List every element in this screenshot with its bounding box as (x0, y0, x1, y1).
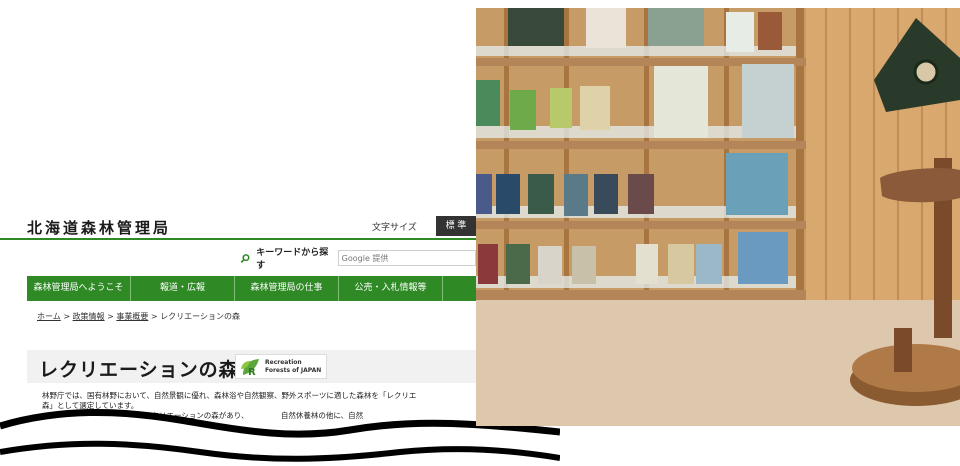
nav-item-work[interactable]: 森林管理局の仕事 (235, 276, 339, 301)
breadcrumb: ホーム > 政策情報 > 事業概要 > レクリエーションの森 (37, 311, 240, 322)
breadcrumb-current: レクリエーションの森 (160, 312, 240, 321)
breadcrumb-separator: > (63, 312, 71, 321)
svg-text:R: R (248, 367, 256, 377)
text-size-standard-button[interactable]: 標 準 (436, 216, 476, 236)
nav-item-welcome[interactable]: 森林管理局へようこそ (27, 276, 131, 301)
global-nav: 森林管理局へようこそ 報道・広報 森林管理局の仕事 公売・入札情報等 (27, 276, 476, 301)
title-band: レクリエーションの森 R Recreation Forests of JAPAN (27, 350, 476, 383)
badge-line2: Forests of JAPAN (265, 367, 322, 374)
nav-item-press[interactable]: 報道・広報 (131, 276, 235, 301)
search-icon (240, 253, 250, 263)
badge-line1: Recreation (265, 359, 302, 366)
page-title: レクリエーションの森 (39, 359, 239, 381)
recreation-leaf-icon: R (241, 359, 259, 377)
nav-item-bidding[interactable]: 公売・入札情報等 (339, 276, 443, 301)
breadcrumb-home[interactable]: ホーム (37, 312, 61, 321)
badge-text: Recreation Forests of JAPAN (265, 359, 321, 375)
search-row: キーワードから探す (240, 248, 476, 271)
webpage-screenshot: 北海道森林管理局 文字サイズ 標 準 キーワードから探す 森林管理局へようこそ … (0, 0, 476, 466)
text-size-label: 文字サイズ (372, 223, 417, 233)
search-input[interactable] (337, 250, 476, 266)
site-logo[interactable]: 北海道森林管理局 (27, 217, 171, 238)
breadcrumb-business[interactable]: 事業概要 (116, 312, 148, 321)
breadcrumb-separator: > (150, 312, 158, 321)
site-header: 北海道森林管理局 文字サイズ 標 準 (0, 212, 476, 240)
breadcrumb-separator: > (107, 312, 114, 321)
recreation-forests-badge: R Recreation Forests of JAPAN (235, 354, 327, 379)
bookshelf-photo (476, 8, 960, 426)
search-label: キーワードから探す (256, 248, 329, 271)
breadcrumb-policy[interactable]: 政策情報 (73, 312, 105, 321)
